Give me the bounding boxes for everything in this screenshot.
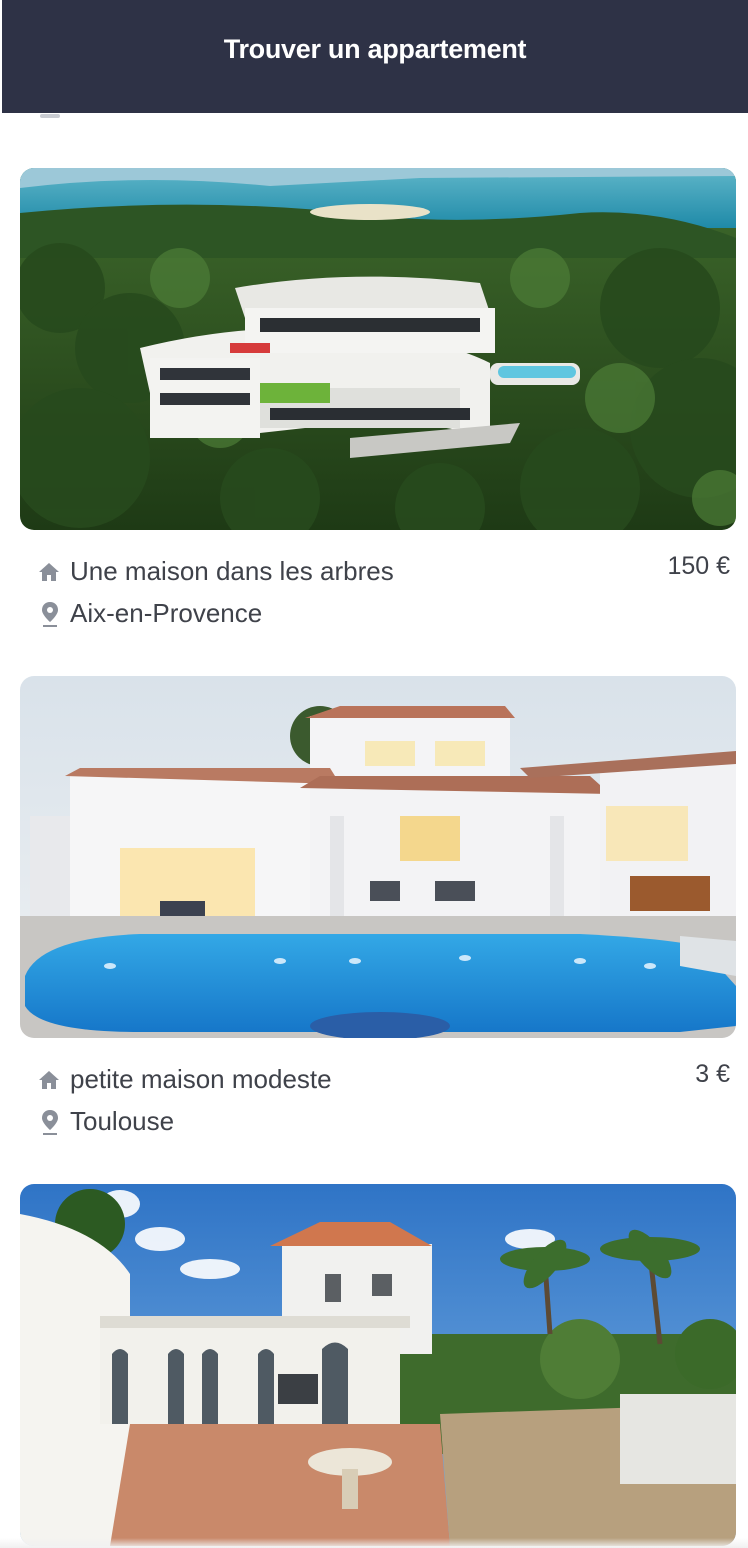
listing-title: petite maison modeste (70, 1064, 332, 1094)
listing-city: Toulouse (70, 1106, 175, 1136)
listing-card[interactable] (20, 1184, 736, 1546)
listing-price: 150 € (667, 552, 730, 580)
listing-city: Aix-en-Provence (70, 598, 263, 628)
scroll-edge (0, 1538, 748, 1548)
listing-card[interactable]: Une maison dans les arbres 150 € Aix-en-… (20, 168, 736, 650)
listing-photo[interactable] (20, 676, 736, 1038)
map-pin-icon (42, 601, 58, 627)
page-title: Trouver un appartement (223, 34, 527, 64)
listing-card[interactable]: petite maison modeste 3 € Toulouse (20, 676, 736, 1158)
listing-photo[interactable] (20, 1184, 736, 1546)
listing-title: Une maison dans les arbres (70, 556, 394, 586)
listing-price: 3 € (695, 1060, 730, 1088)
map-pin-icon (42, 1109, 58, 1135)
home-icon (39, 562, 59, 581)
listing-photo[interactable] (20, 168, 736, 530)
app-header: Trouver un appartement (2, 0, 748, 113)
home-icon (39, 1070, 59, 1089)
scroll-content-peek (40, 114, 60, 118)
